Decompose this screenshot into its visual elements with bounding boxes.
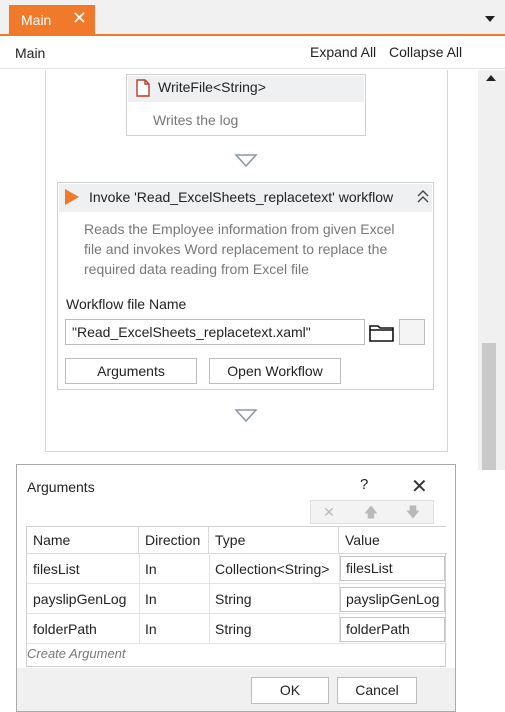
ok-button[interactable]: OK bbox=[251, 677, 329, 704]
argument-value-input[interactable]: filesList bbox=[340, 556, 445, 581]
close-icon[interactable]: ✕ bbox=[72, 9, 87, 27]
scroll-up-arrow-icon[interactable] bbox=[484, 72, 498, 86]
arguments-button[interactable]: Arguments bbox=[65, 358, 197, 384]
invoke-workflow-title: Invoke 'Read_ExcelSheets_replacetext' wo… bbox=[89, 189, 394, 205]
writefile-annotation: Writes the log bbox=[153, 112, 239, 128]
breadcrumb[interactable]: Main bbox=[15, 45, 45, 61]
chevron-down-icon[interactable] bbox=[480, 12, 500, 26]
workflow-file-extra-button[interactable] bbox=[399, 319, 425, 345]
delete-argument-icon[interactable]: ✕ bbox=[315, 502, 343, 522]
argument-direction[interactable]: In bbox=[139, 584, 157, 614]
drop-arrow-icon bbox=[234, 409, 258, 423]
help-icon[interactable]: ? bbox=[360, 476, 368, 493]
column-divider bbox=[339, 554, 340, 644]
argument-value-input[interactable]: payslipGenLog bbox=[340, 587, 445, 612]
workflow-file-name-input[interactable]: "Read_ExcelSheets_replacetext.xaml" bbox=[65, 319, 365, 345]
argument-direction[interactable]: In bbox=[139, 554, 157, 584]
column-divider bbox=[209, 554, 210, 644]
annotation-line: required data reading from Excel file bbox=[84, 261, 309, 277]
argument-type[interactable]: String bbox=[209, 584, 252, 614]
column-header-name[interactable]: Name bbox=[27, 527, 139, 554]
tab-main-label: Main bbox=[21, 12, 52, 28]
column-divider bbox=[139, 554, 140, 644]
annotation-line: Reads the Employee information from give… bbox=[84, 221, 395, 237]
folder-icon[interactable] bbox=[369, 323, 395, 343]
column-header-direction[interactable]: Direction bbox=[139, 527, 209, 554]
argument-direction[interactable]: In bbox=[139, 614, 157, 644]
writefile-title: WriteFile<String> bbox=[158, 79, 266, 95]
open-workflow-button[interactable]: Open Workflow bbox=[209, 358, 341, 384]
scrollbar-thumb[interactable] bbox=[482, 343, 496, 470]
argument-name[interactable]: folderPath bbox=[27, 614, 97, 644]
create-argument-row[interactable]: Create Argument bbox=[27, 646, 126, 661]
argument-type[interactable]: String bbox=[209, 614, 252, 644]
invoke-workflow-icon bbox=[65, 189, 79, 205]
argument-name[interactable]: filesList bbox=[27, 554, 80, 584]
argument-type[interactable]: Collection<String> bbox=[209, 554, 329, 584]
dialog-title: Arguments bbox=[27, 479, 95, 495]
argument-value-input[interactable]: folderPath bbox=[340, 617, 445, 642]
dialog-close-icon[interactable]: ✕ bbox=[411, 474, 428, 499]
column-header-type[interactable]: Type bbox=[209, 527, 339, 554]
move-down-icon[interactable]: 🡇 bbox=[399, 502, 427, 522]
cancel-button[interactable]: Cancel bbox=[337, 677, 417, 704]
collapse-chevrons-icon[interactable] bbox=[414, 187, 432, 207]
argument-name[interactable]: payslipGenLog bbox=[27, 584, 126, 614]
collapse-all-link[interactable]: Collapse All bbox=[389, 44, 462, 60]
expand-all-link[interactable]: Expand All bbox=[310, 44, 376, 60]
annotation-line: file and invokes Word replacement to rep… bbox=[84, 241, 388, 257]
tab-main[interactable]: Main ✕ bbox=[9, 5, 95, 36]
move-up-icon[interactable]: 🡅 bbox=[357, 502, 385, 522]
drop-arrow-icon bbox=[234, 154, 258, 168]
file-icon bbox=[136, 79, 150, 97]
invoke-workflow-annotation: Reads the Employee information from give… bbox=[84, 219, 414, 279]
column-header-value[interactable]: Value bbox=[339, 527, 447, 554]
workflow-file-name-label: Workflow file Name bbox=[66, 296, 187, 312]
